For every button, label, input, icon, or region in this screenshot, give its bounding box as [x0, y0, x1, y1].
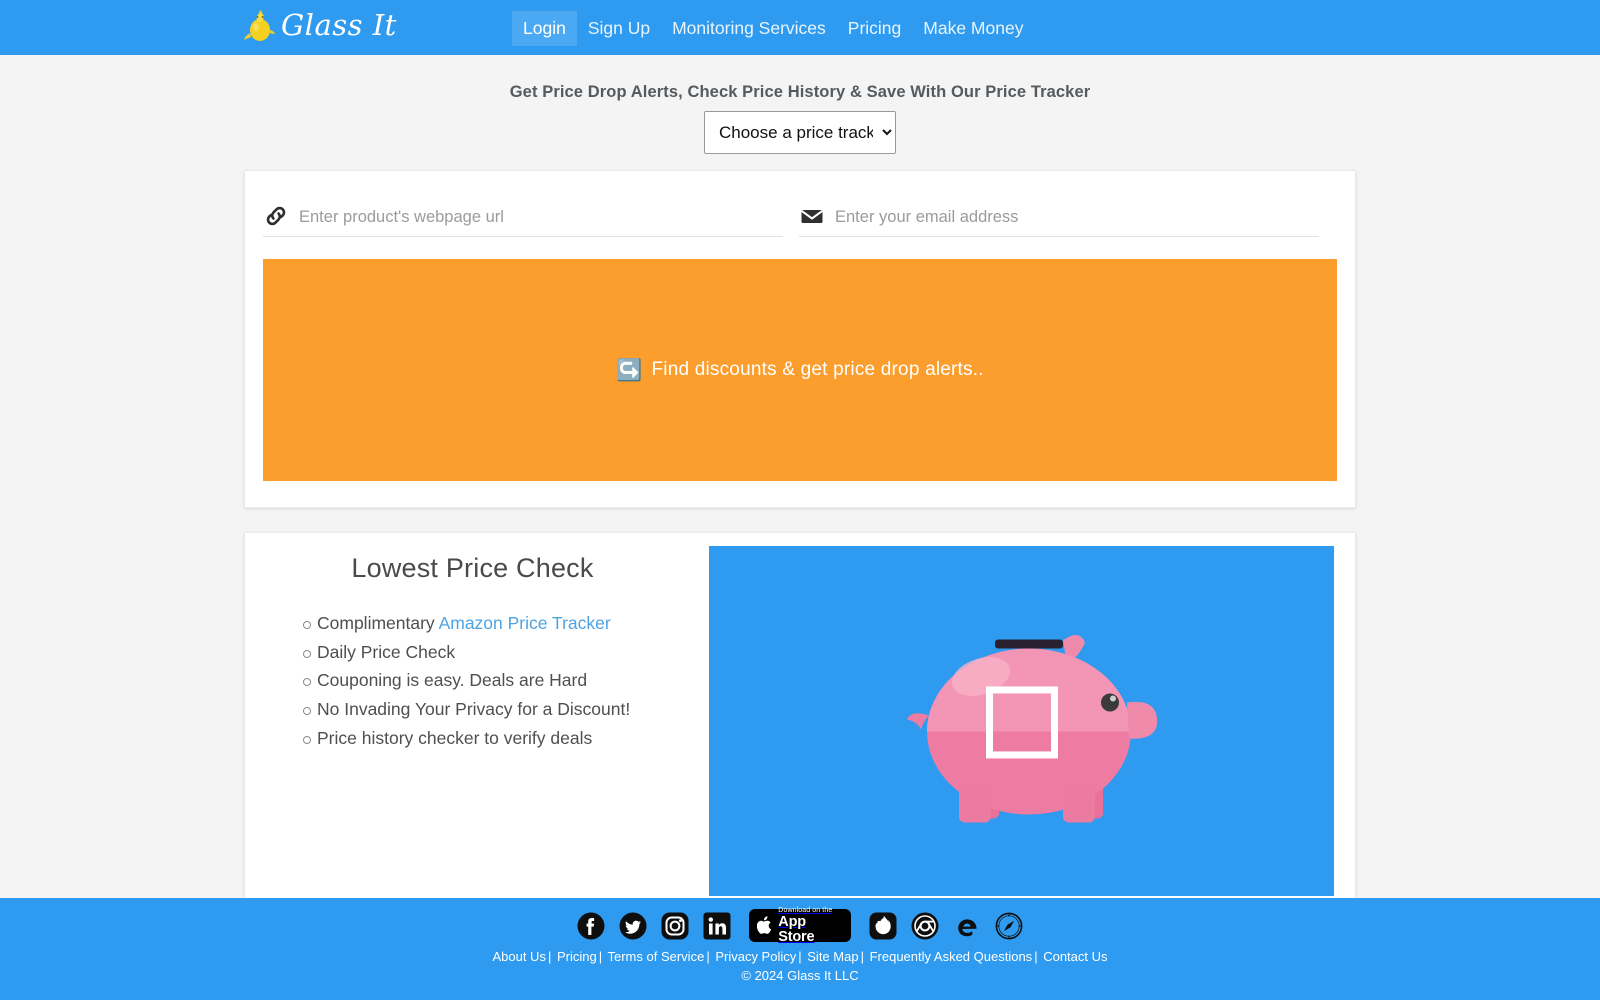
nav-link-pricing[interactable]: Pricing [837, 11, 913, 46]
page-headline: Get Price Drop Alerts, Check Price Histo… [509, 83, 1091, 101]
linkedin-icon [703, 912, 731, 939]
piggy-bank-panel [709, 546, 1334, 896]
footer-links: About Us | Pricing | Terms of Service | Pri… [0, 949, 1600, 964]
footer-icon-row: Download on the App Store [0, 907, 1600, 944]
instagram-icon [661, 912, 689, 939]
footer-link-pricing[interactable]: Pricing [557, 949, 597, 964]
footer-separator: | [547, 949, 552, 964]
promo-banner[interactable]: ↪️ Find discounts & get price drop alert… [263, 259, 1337, 481]
feature-text-column: Lowest Price Check Complimentary Amazon … [245, 553, 700, 755]
nav-link-make-money[interactable]: Make Money [912, 11, 1034, 46]
tracker-select-wrap: Choose a price tracker [0, 111, 1600, 154]
footer-separator: | [798, 949, 802, 964]
price-tracker-select[interactable]: Choose a price tracker [704, 111, 896, 154]
instagram-link[interactable] [661, 912, 689, 940]
app-store-button[interactable]: Download on the App Store [749, 907, 851, 944]
footer-link-site-map[interactable]: Site Map [807, 949, 858, 964]
list-item: No Invading Your Privacy for a Discount! [303, 698, 700, 722]
list-item: Daily Price Check [303, 641, 700, 665]
facebook-link[interactable] [577, 912, 605, 940]
envelope-icon [800, 209, 824, 223]
nav-link-login[interactable]: Login [512, 10, 577, 46]
url-field-group [263, 203, 783, 237]
url-input[interactable] [299, 208, 783, 229]
app-store-sub-label: Download on the [778, 907, 833, 914]
email-input[interactable] [835, 208, 1319, 229]
footer-link-terms-of-service[interactable]: Terms of Service [608, 949, 705, 964]
brand-name: Glass It [281, 8, 397, 42]
twitter-link[interactable] [619, 912, 647, 940]
footer-separator: | [860, 949, 864, 964]
feature-list: Complimentary Amazon Price Tracker Daily… [245, 612, 700, 750]
edge-link[interactable] [953, 912, 981, 940]
footer-link-faq[interactable]: Frequently Asked Questions [870, 949, 1033, 964]
list-item: Complimentary Amazon Price Tracker [303, 612, 700, 636]
firefox-icon [869, 912, 897, 939]
facebook-icon [577, 912, 605, 939]
twitter-icon [619, 912, 647, 939]
email-field-group [799, 203, 1319, 237]
edge-icon [958, 918, 977, 936]
footer-link-about-us[interactable]: About Us [492, 949, 545, 964]
linkedin-link[interactable] [703, 912, 731, 940]
chrome-link[interactable] [911, 912, 939, 940]
firefox-link[interactable] [869, 912, 897, 940]
feature-card: Lowest Price Check Complimentary Amazon … [244, 532, 1356, 912]
chrome-icon [911, 912, 939, 939]
safari-link[interactable] [995, 912, 1023, 940]
promo-text: Find discounts & get price drop alerts.. [651, 359, 984, 380]
tracker-form-card: ↪️ Find discounts & get price drop alert… [244, 170, 1356, 508]
genie-lamp-icon [244, 10, 275, 41]
top-navbar: Glass It Login Sign Up Monitoring Servic… [0, 0, 1600, 55]
feature-title: Lowest Price Check [351, 553, 594, 583]
list-item: Couponing is easy. Deals are Hard [303, 669, 700, 693]
list-item-text: Complimentary [317, 613, 439, 633]
apple-icon [757, 916, 772, 934]
footer-link-privacy-policy[interactable]: Privacy Policy [715, 949, 796, 964]
nav-link-sign-up[interactable]: Sign Up [577, 11, 661, 46]
footer-separator: | [706, 949, 710, 964]
nav-links: Login Sign Up Monitoring Services Pricin… [512, 10, 1034, 46]
link-icon [266, 206, 286, 226]
footer-separator: | [598, 949, 603, 964]
app-store-label-group: Download on the App Store [778, 907, 843, 944]
piggy-square-overlay [985, 686, 1058, 759]
amazon-price-tracker-link[interactable]: Amazon Price Tracker [439, 613, 611, 633]
nav-link-monitoring-services[interactable]: Monitoring Services [661, 11, 837, 46]
app-store-main-label: App Store [778, 914, 815, 945]
footer-link-contact-us[interactable]: Contact Us [1043, 949, 1107, 964]
curved-arrow-icon: ↪️ [616, 358, 643, 382]
list-item: Price history checker to verify deals [303, 727, 700, 751]
site-footer: Download on the App Store About Us | Pri… [0, 898, 1600, 1000]
footer-copyright: © 2024 Glass It LLC [741, 968, 859, 983]
footer-separator: | [1034, 949, 1038, 964]
brand-logo-link[interactable]: Glass It [243, 7, 397, 47]
safari-icon [995, 912, 1023, 939]
